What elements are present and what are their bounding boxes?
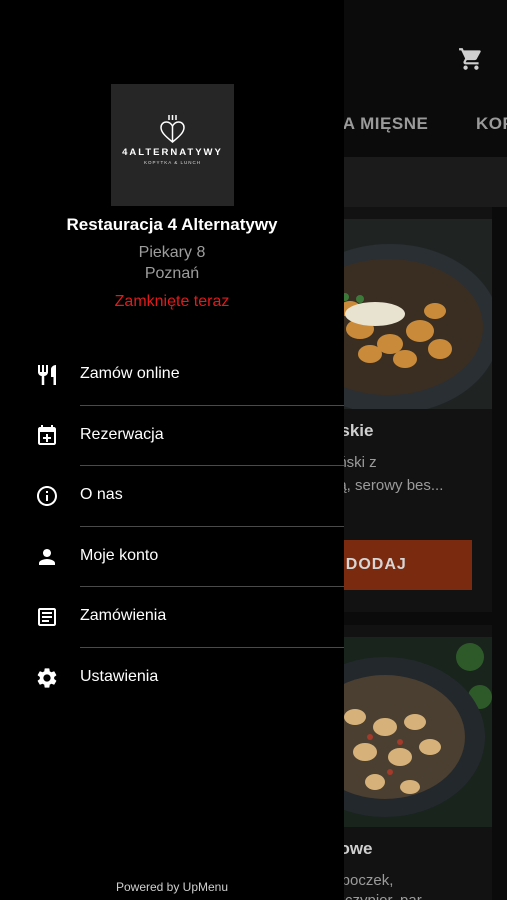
tab-miesne[interactable]: KA MIĘSNE: [330, 114, 428, 134]
menu-item-my-account[interactable]: Moje konto: [0, 527, 344, 587]
cart-icon[interactable]: [458, 46, 484, 72]
menu-item-about[interactable]: O nas: [0, 466, 344, 526]
restaurant-name: Restauracja 4 Alternatywy: [66, 215, 278, 234]
menu-label: Moje konto: [80, 547, 159, 564]
dish-description-line: oński z: [330, 454, 377, 471]
tab-kopytka[interactable]: KOP: [476, 114, 507, 134]
info-icon: [37, 486, 57, 506]
open-status: Zamknięte teraz: [114, 293, 230, 310]
menu-label: Rezerwacja: [80, 426, 164, 443]
menu-item-reservation[interactable]: Rezerwacja: [0, 406, 344, 466]
logo-text: 4ALTERNATYWY: [122, 147, 223, 158]
menu-item-order-online[interactable]: Zamów online: [0, 345, 344, 405]
address-city: Poznań: [144, 265, 200, 282]
gear-icon: [37, 668, 57, 688]
menu-item-settings[interactable]: Ustawienia: [0, 648, 344, 708]
dish-description-line: ną, serowy bes...: [330, 477, 444, 494]
restaurant-logo: 4ALTERNATYWY KOPYTKA & LUNCH: [111, 84, 234, 206]
menu-label: Zamówienia: [80, 607, 167, 624]
menu-label: Zamów online: [80, 365, 180, 382]
heart-fork-logo-icon: [160, 115, 185, 143]
receipt-icon: [38, 608, 56, 626]
menu-label: O nas: [80, 486, 123, 503]
dish-description-line: szczypior, par...: [330, 889, 500, 900]
cutlery-icon: [38, 365, 56, 385]
calendar-add-icon: [38, 425, 56, 445]
powered-by-footer[interactable]: Powered by UpMenu: [0, 880, 344, 894]
menu-item-orders[interactable]: Zamówienia: [0, 587, 344, 647]
navigation-drawer: 4ALTERNATYWY KOPYTKA & LUNCH Restauracja…: [0, 0, 344, 900]
person-icon: [39, 549, 55, 565]
address-street: Piekary 8: [138, 244, 206, 261]
logo-subtext: KOPYTKA & LUNCH: [143, 160, 201, 165]
menu-label: Ustawienia: [80, 668, 159, 685]
